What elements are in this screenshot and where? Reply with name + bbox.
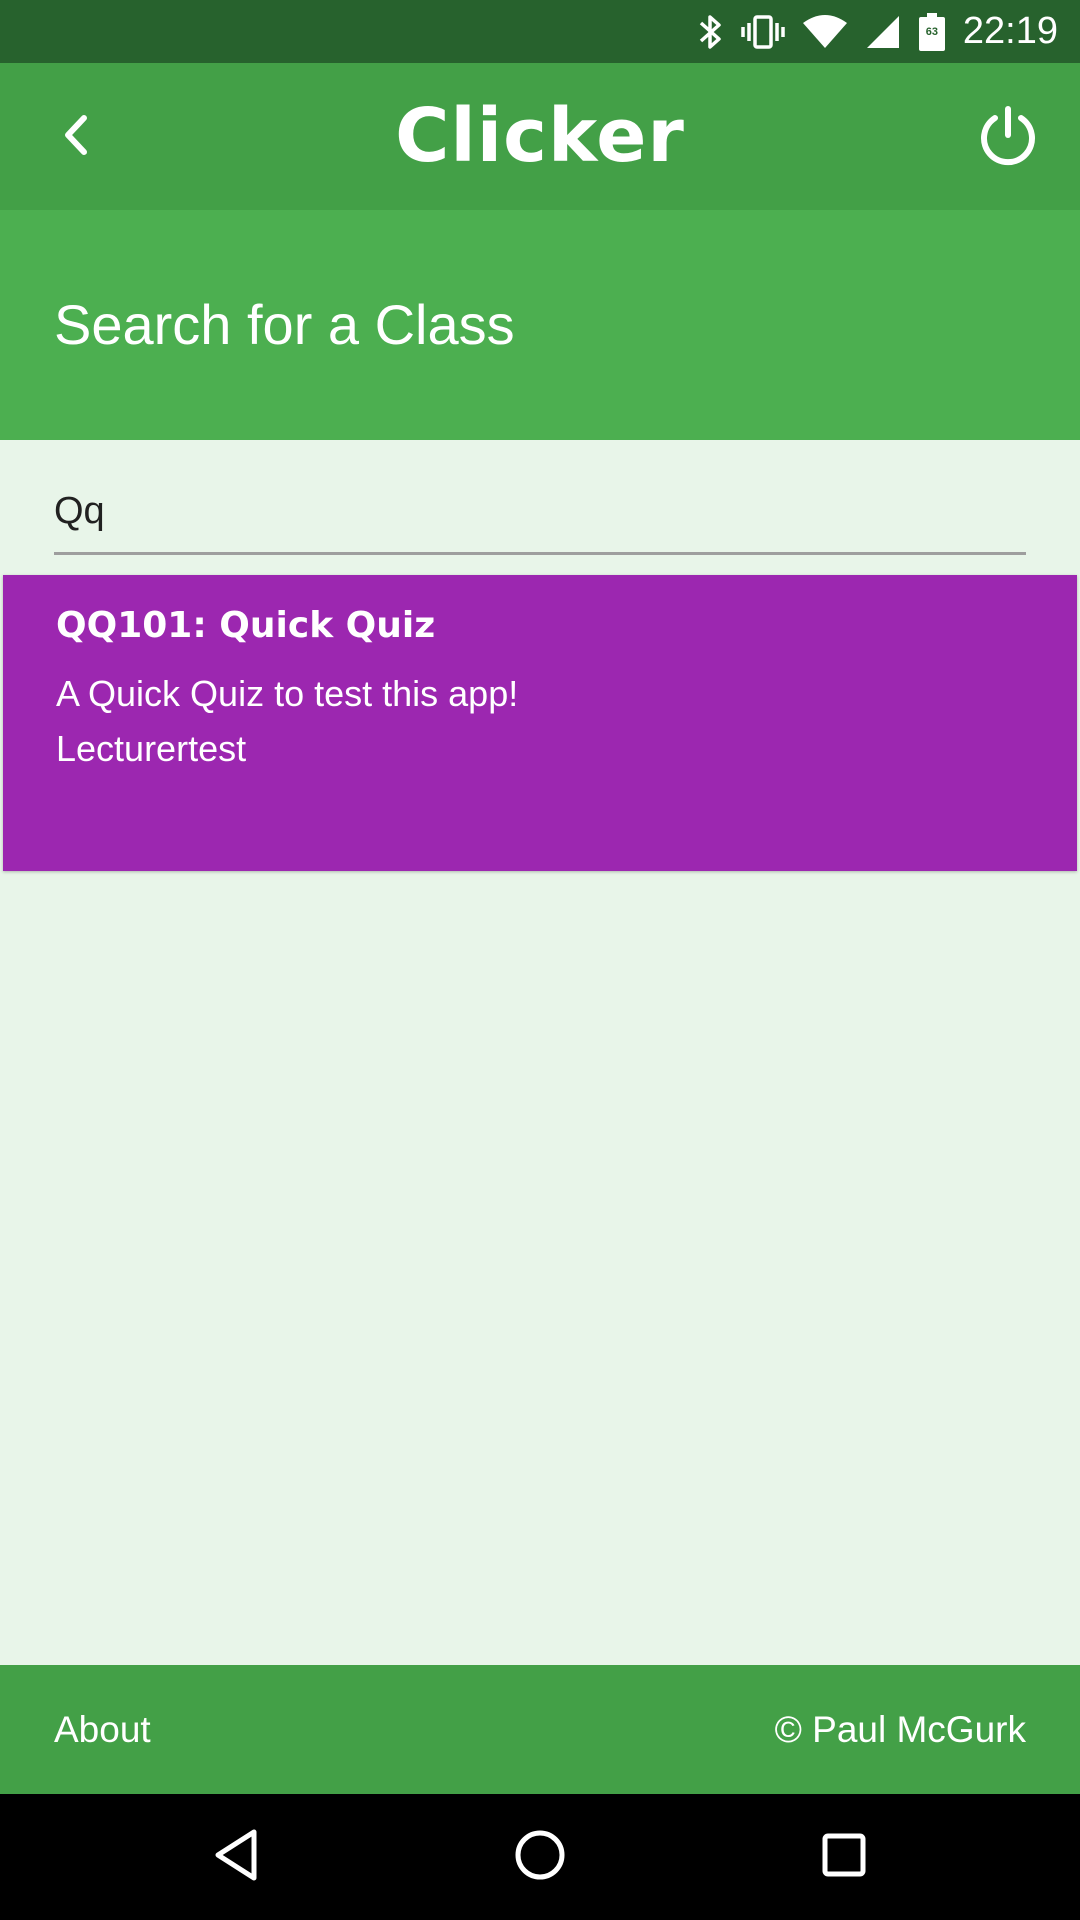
battery-icon: 63 — [918, 12, 945, 51]
screen: 63 22:19 Clicker Search for a Class Qq Q… — [0, 0, 1080, 1920]
about-link[interactable]: About — [54, 1665, 151, 1794]
system-nav-bar — [0, 1794, 1080, 1920]
chevron-left-icon — [56, 110, 96, 165]
back-triangle-icon — [212, 1828, 260, 1887]
nav-back-button[interactable] — [196, 1817, 276, 1897]
class-title: QQ101: Quick Quiz — [56, 605, 436, 646]
power-icon — [976, 105, 1040, 174]
bluetooth-icon — [697, 12, 723, 52]
back-button[interactable] — [40, 101, 112, 173]
section-title: Search for a Class — [54, 293, 515, 356]
signal-icon — [865, 14, 901, 50]
search-input[interactable] — [54, 470, 1026, 552]
wifi-icon — [802, 14, 847, 50]
class-result-card[interactable]: QQ101: Quick Quiz A Quick Quiz to test t… — [3, 575, 1077, 871]
recents-square-icon — [820, 1831, 868, 1884]
copyright-text: © Paul McGurk — [774, 1709, 1026, 1750]
app-bar: Clicker — [0, 63, 1080, 210]
status-icons: 63 22:19 — [697, 0, 1058, 63]
class-owner: Lecturertest — [56, 728, 247, 769]
vibrate-icon — [741, 14, 785, 50]
nav-recents-button[interactable] — [804, 1817, 884, 1897]
search-field — [54, 470, 1026, 555]
home-circle-icon — [513, 1828, 567, 1887]
section-header: Search for a Class — [0, 210, 1080, 440]
app-title: Clicker — [395, 93, 685, 179]
power-button[interactable] — [970, 101, 1046, 177]
status-time: 22:19 — [962, 10, 1058, 52]
battery-percent: 63 — [925, 25, 939, 38]
class-description: A Quick Quiz to test this app! — [56, 673, 519, 714]
status-bar: 63 22:19 — [0, 0, 1080, 63]
footer: About © Paul McGurk — [0, 1665, 1080, 1794]
nav-home-button[interactable] — [500, 1817, 580, 1897]
